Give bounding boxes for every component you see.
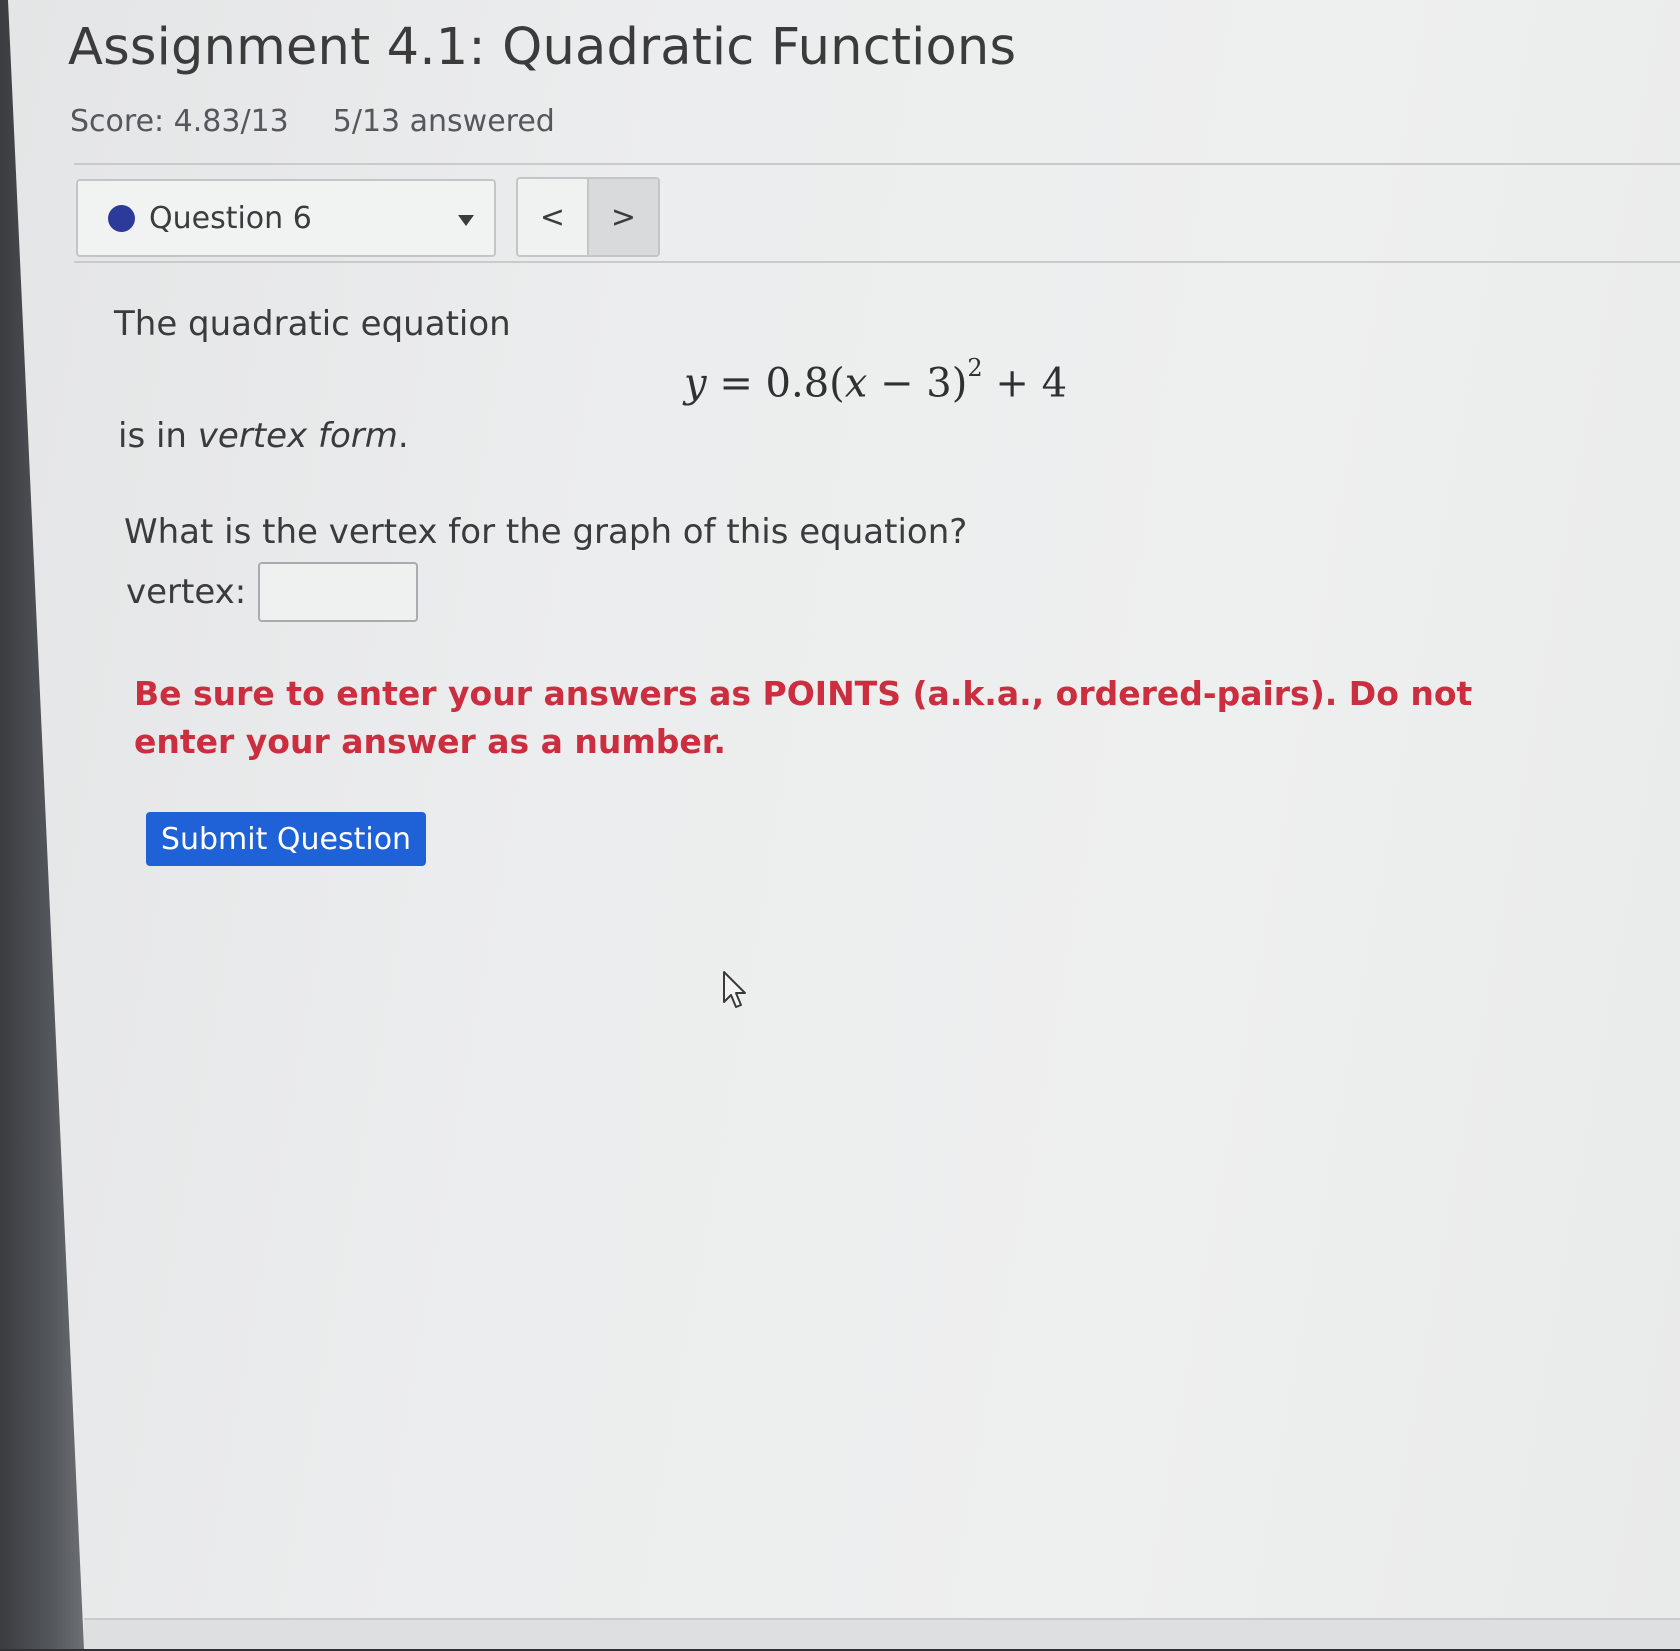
caret-down-icon bbox=[458, 215, 474, 226]
equation-exponent: 2 bbox=[967, 354, 983, 382]
vertex-form-prefix: is in bbox=[118, 416, 198, 456]
answer-format-warning: Be sure to enter your answers as POINTS … bbox=[134, 674, 1473, 761]
chevron-left-icon: < bbox=[539, 199, 566, 235]
vertex-input[interactable] bbox=[258, 562, 419, 622]
vertex-form-suffix: . bbox=[397, 416, 409, 456]
screen: Assignment 4.1: Quadratic Functions Scor… bbox=[0, 0, 1680, 1649]
previous-question-button[interactable]: < bbox=[518, 179, 589, 255]
equation-part-1: = 0.8( bbox=[706, 360, 845, 407]
answered-count: 5/13 answered bbox=[332, 104, 555, 139]
score-line: Score: 4.83/13 5/13 answered bbox=[70, 104, 555, 139]
next-question-button[interactable]: > bbox=[589, 179, 658, 255]
question-dropdown[interactable]: Question 6 bbox=[76, 179, 496, 257]
question-intro: The quadratic equation bbox=[114, 304, 511, 344]
score-text: Score: 4.83/13 bbox=[70, 104, 289, 139]
question-status-dot-icon bbox=[108, 204, 135, 232]
chevron-right-icon: > bbox=[610, 199, 637, 235]
question-pager: < > bbox=[516, 177, 660, 257]
equation-part-3: + 4 bbox=[982, 360, 1068, 407]
vertex-form-statement: is in vertex form. bbox=[118, 416, 409, 456]
taskbar-edge bbox=[84, 1618, 1680, 1649]
vertex-label: vertex: bbox=[126, 572, 247, 612]
submit-question-button[interactable]: Submit Question bbox=[146, 812, 426, 866]
equation: y = 0.8(x − 3)2 + 4 bbox=[684, 354, 1068, 407]
vertex-answer-row: vertex: bbox=[126, 562, 419, 622]
question-dropdown-label: Question 6 bbox=[149, 200, 312, 236]
equation-x: x bbox=[844, 360, 868, 407]
mouse-pointer-icon bbox=[723, 971, 746, 1008]
equation-y: y bbox=[684, 360, 707, 407]
question-prompt: What is the vertex for the graph of this… bbox=[124, 512, 968, 552]
equation-part-2: − 3) bbox=[867, 360, 968, 407]
page-title: Assignment 4.1: Quadratic Functions bbox=[68, 18, 1017, 77]
vertex-form-term: vertex form bbox=[197, 416, 398, 456]
question-nav-bar: Question 6 < > bbox=[74, 163, 1680, 263]
